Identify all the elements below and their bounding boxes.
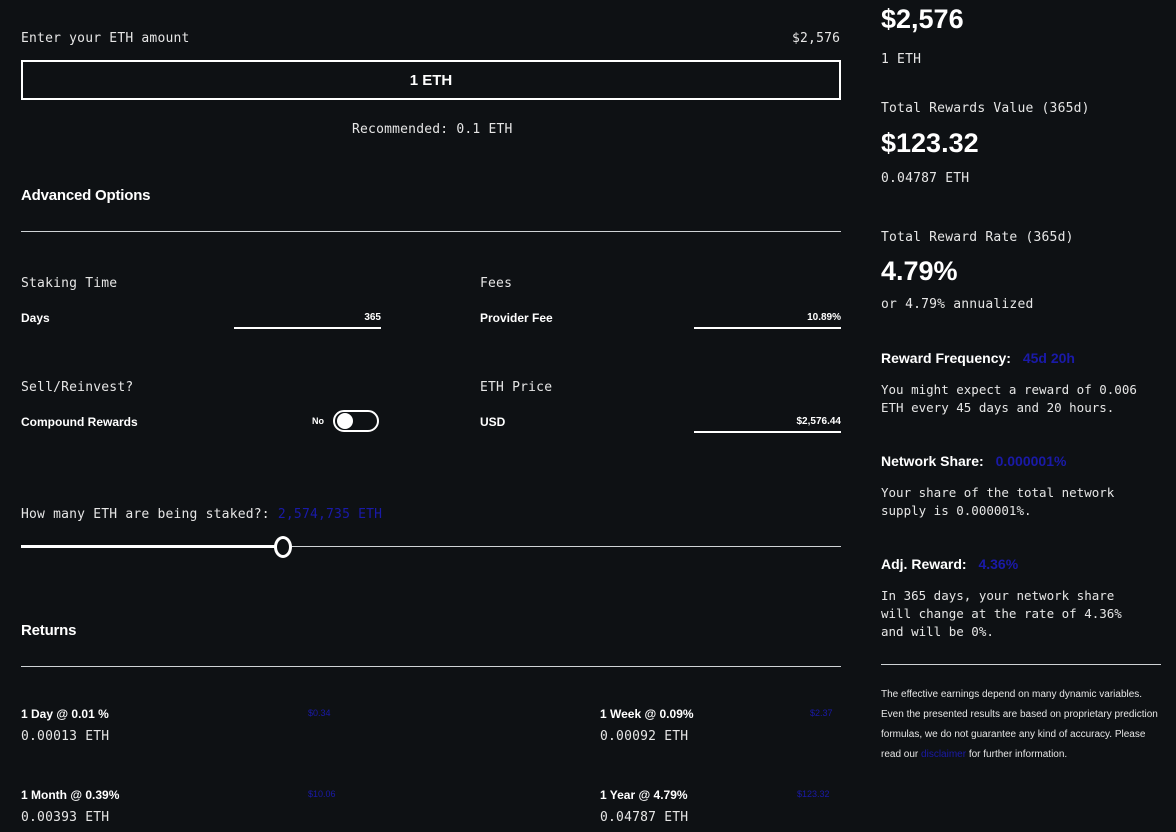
disclaimer-text: The effective earnings depend on many dy… [881, 685, 1161, 765]
toggle-knob [337, 413, 353, 429]
eth-price-input[interactable]: $2,576.44 [694, 416, 841, 433]
return-year-title: 1 Year @ 4.79% [600, 788, 688, 802]
network-share-text: Your share of the total network supply i… [881, 485, 1115, 518]
return-month-usd: $10.06 [308, 789, 336, 799]
total-rewards-value: $123.32 [881, 128, 979, 158]
divider [21, 231, 841, 232]
eth-amount-label: Enter your ETH amount [21, 31, 190, 46]
compound-rewards-label: Compound Rewards [21, 415, 138, 429]
staked-slider-thumb[interactable] [274, 536, 292, 558]
eth-price-label: ETH Price [480, 380, 553, 395]
return-year-eth: 0.04787 ETH [600, 810, 689, 825]
days-input[interactable]: 365 [234, 312, 381, 329]
adj-reward-label: Adj. Reward: [881, 556, 967, 572]
returns-title: Returns [21, 622, 77, 639]
toggle-state-text: No [312, 416, 324, 426]
return-week-usd: $2.37 [810, 708, 833, 718]
staked-eth-value: 2,574,735 ETH [277, 507, 383, 522]
return-day-eth: 0.00013 ETH [21, 729, 110, 744]
network-share-value: 0.000001% [995, 453, 1067, 469]
staked-slider-fill [21, 545, 283, 548]
usd-label: USD [480, 415, 506, 429]
reward-frequency-label: Reward Frequency: [881, 350, 1011, 366]
disclaimer-link[interactable]: disclaimer [921, 749, 966, 760]
adj-reward-value: 4.36% [978, 556, 1019, 572]
return-day-usd: $0.34 [308, 708, 331, 718]
eth-amount-usd: $2,576 [792, 31, 841, 46]
return-month-title: 1 Month @ 0.39% [21, 788, 120, 802]
total-rewards-label: Total Rewards Value (365d) [881, 101, 1090, 116]
return-week-title: 1 Week @ 0.09% [600, 707, 694, 721]
divider [881, 664, 1161, 665]
fees-label: Fees [480, 276, 513, 291]
network-share-label: Network Share: [881, 453, 984, 469]
reward-rate-value: 4.79% [881, 256, 958, 286]
total-rewards-eth: 0.04787 ETH [881, 171, 970, 186]
summary-top-value: $2,576 [881, 4, 964, 34]
advanced-options-title[interactable]: Advanced Options [21, 187, 151, 204]
days-label: Days [21, 311, 50, 325]
return-day-title: 1 Day @ 0.01 % [21, 707, 109, 721]
divider [21, 666, 841, 667]
reward-frequency-heading: Reward Frequency: 45d 20h [881, 350, 1075, 366]
provider-fee-label: Provider Fee [480, 311, 553, 325]
reward-rate-label: Total Reward Rate (365d) [881, 230, 1074, 245]
network-share-heading: Network Share: 0.000001% [881, 453, 1066, 469]
return-month-eth: 0.00393 ETH [21, 810, 110, 825]
reward-rate-sub: or 4.79% annualized [881, 297, 1034, 312]
return-week-eth: 0.00092 ETH [600, 729, 689, 744]
reward-frequency-value: 45d 20h [1022, 350, 1075, 366]
compound-rewards-toggle[interactable] [333, 410, 379, 432]
adj-reward-text: In 365 days, your network share will cha… [881, 588, 1122, 639]
adj-reward-heading: Adj. Reward: 4.36% [881, 556, 1018, 572]
eth-amount-input[interactable]: 1 ETH [21, 60, 841, 100]
sell-reinvest-label: Sell/Reinvest? [21, 380, 134, 395]
staked-eth-label: How many ETH are being staked?: 2,574,73… [21, 507, 382, 522]
return-year-usd: $123.32 [797, 789, 830, 799]
disclaimer-post: for further information. [968, 749, 1068, 760]
reward-frequency-text: You might expect a reward of 0.006 ETH e… [881, 382, 1137, 415]
recommended-text: Recommended: 0.1 ETH [352, 122, 513, 137]
summary-top-eth: 1 ETH [881, 52, 922, 67]
staked-eth-question: How many ETH are being staked?: [21, 507, 270, 522]
staking-time-label: Staking Time [21, 276, 118, 291]
provider-fee-input[interactable]: 10.89% [694, 312, 841, 329]
